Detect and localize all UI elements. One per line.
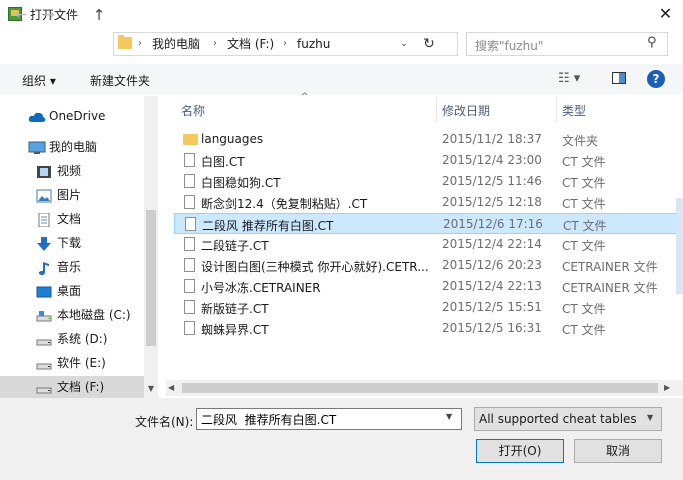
file-row[interactable]: 新版链子.CT 2015/12/5 15:51 CT 文件 [174, 297, 683, 318]
sidebar-item-pictures[interactable]: 图片 [0, 184, 144, 206]
folder-icon [118, 35, 132, 49]
sidebar-item-drive-c[interactable]: 本地磁盘 (C:) [0, 304, 144, 326]
download-icon [36, 236, 52, 251]
cancel-button[interactable]: 取消 [574, 439, 662, 463]
search-icon[interactable]: ⚲ [647, 35, 657, 50]
music-icon [36, 260, 52, 275]
file-icon [185, 217, 196, 231]
column-header-name[interactable]: 名称 [181, 102, 205, 119]
breadcrumb-drive-f[interactable]: 文档 (F:) [227, 36, 274, 52]
chevron-right-icon: › [213, 38, 217, 49]
file-icon [184, 237, 195, 251]
file-row[interactable]: 断念剑12.4（免复制粘贴）.CT 2015/12/5 12:18 CT 文件 [174, 192, 683, 213]
file-icon [184, 279, 195, 293]
drive-icon [36, 332, 52, 346]
drive-icon [36, 308, 52, 322]
sidebar-item-downloads[interactable]: 下载 [0, 232, 144, 254]
sidebar-item-drive-f[interactable]: 文档 (F:) [0, 376, 144, 398]
cloud-icon [28, 109, 46, 123]
file-row[interactable]: 白图.CT 2015/12/4 23:00 CT 文件 [174, 150, 683, 171]
organize-button[interactable]: 组织 ▾ [22, 72, 56, 89]
sidebar-item-my-computer[interactable]: 我的电脑 [0, 136, 144, 158]
file-icon [184, 300, 195, 314]
scroll-down-icon[interactable]: ▼ [144, 382, 158, 396]
file-icon [184, 174, 195, 188]
help-button[interactable]: ? [647, 70, 665, 88]
sidebar-item-onedrive[interactable]: OneDrive [0, 105, 144, 127]
breadcrumb-my-computer[interactable]: 我的电脑 [152, 36, 200, 52]
address-dropdown-icon[interactable]: ⌄ [396, 36, 412, 52]
file-icon [184, 195, 195, 209]
column-divider[interactable] [556, 96, 557, 122]
back-button[interactable]: ← [10, 4, 32, 26]
window-edge-highlight [676, 198, 683, 294]
new-folder-button[interactable]: 新建文件夹 [90, 72, 150, 89]
file-row[interactable]: 小号冰冻.CETRAINER 2015/12/4 22:13 CETRAINER… [174, 276, 683, 297]
file-type-value: All supported cheat tables [479, 412, 637, 426]
file-icon [184, 258, 195, 272]
filename-dropdown-icon[interactable]: ▼ [446, 412, 452, 421]
document-icon [36, 212, 52, 228]
chevron-right-icon: › [138, 38, 142, 49]
sidebar-scrollbar-thumb[interactable] [146, 210, 156, 346]
view-options-button[interactable]: ☷ ▾ [558, 71, 580, 86]
column-header-type[interactable]: 类型 [562, 102, 586, 119]
open-button[interactable]: 打开(O) [476, 439, 564, 463]
file-icon [184, 153, 195, 167]
search-placeholder: 搜索"fuzhu" [475, 39, 544, 53]
picture-icon [36, 188, 52, 203]
folder-icon [183, 134, 198, 145]
file-row[interactable]: 白图稳如狗.CT 2015/12/5 11:46 CT 文件 [174, 171, 683, 192]
filename-input[interactable] [196, 408, 462, 430]
search-input[interactable]: 搜索"fuzhu" ⚲ [466, 32, 668, 56]
computer-icon [28, 140, 46, 154]
video-icon [36, 164, 52, 178]
sidebar-item-drive-e[interactable]: 软件 (E:) [0, 352, 144, 374]
hscrollbar-thumb[interactable] [182, 383, 658, 393]
file-icon [184, 321, 195, 335]
sidebar-item-videos[interactable]: 视频 [0, 160, 144, 182]
file-row[interactable]: 设计图白图(三种模式 你开心就好).CETR... 2015/12/6 20:2… [174, 255, 683, 276]
file-row-selected[interactable]: 二段风 推荐所有白图.CT 2015/12/6 17:16 CT 文件 [174, 213, 683, 234]
drive-icon [36, 356, 52, 370]
sidebar-item-music[interactable]: 音乐 [0, 256, 144, 278]
column-divider[interactable] [436, 96, 437, 122]
column-header-date[interactable]: 修改日期 [442, 102, 490, 119]
file-type-select[interactable]: All supported cheat tables ▼ [474, 407, 662, 431]
close-button[interactable]: ✕ [648, 0, 683, 28]
chevron-down-icon: ▼ [647, 413, 654, 422]
up-button[interactable]: ↑ [88, 4, 110, 26]
breadcrumb-fuzhu[interactable]: fuzhu [297, 36, 330, 52]
forward-button[interactable]: → [38, 4, 60, 26]
file-row[interactable]: 二段链子.CT 2015/12/4 22:14 CT 文件 [174, 234, 683, 255]
scroll-left-icon[interactable]: ◀ [168, 380, 174, 396]
preview-pane-icon[interactable] [612, 72, 626, 84]
file-row[interactable]: languages 2015/11/2 18:37 文件夹 [174, 129, 683, 150]
recent-locations-button[interactable]: ⌄ [62, 4, 84, 26]
drive-icon [36, 380, 52, 394]
sort-ascending-icon: ^ [301, 92, 309, 102]
filename-label: 文件名(N): [135, 415, 194, 429]
refresh-icon[interactable]: ↻ [419, 34, 439, 54]
file-row[interactable]: 蜘蛛异界.CT 2015/12/5 16:31 CT 文件 [174, 318, 683, 339]
scroll-right-icon[interactable]: ▶ [664, 380, 670, 396]
sidebar-item-drive-d[interactable]: 系统 (D:) [0, 328, 144, 350]
sidebar-item-documents[interactable]: 文档 [0, 208, 144, 230]
chevron-right-icon: › [283, 38, 287, 49]
desktop-icon [36, 284, 52, 298]
sidebar-item-desktop[interactable]: 桌面 [0, 280, 144, 302]
